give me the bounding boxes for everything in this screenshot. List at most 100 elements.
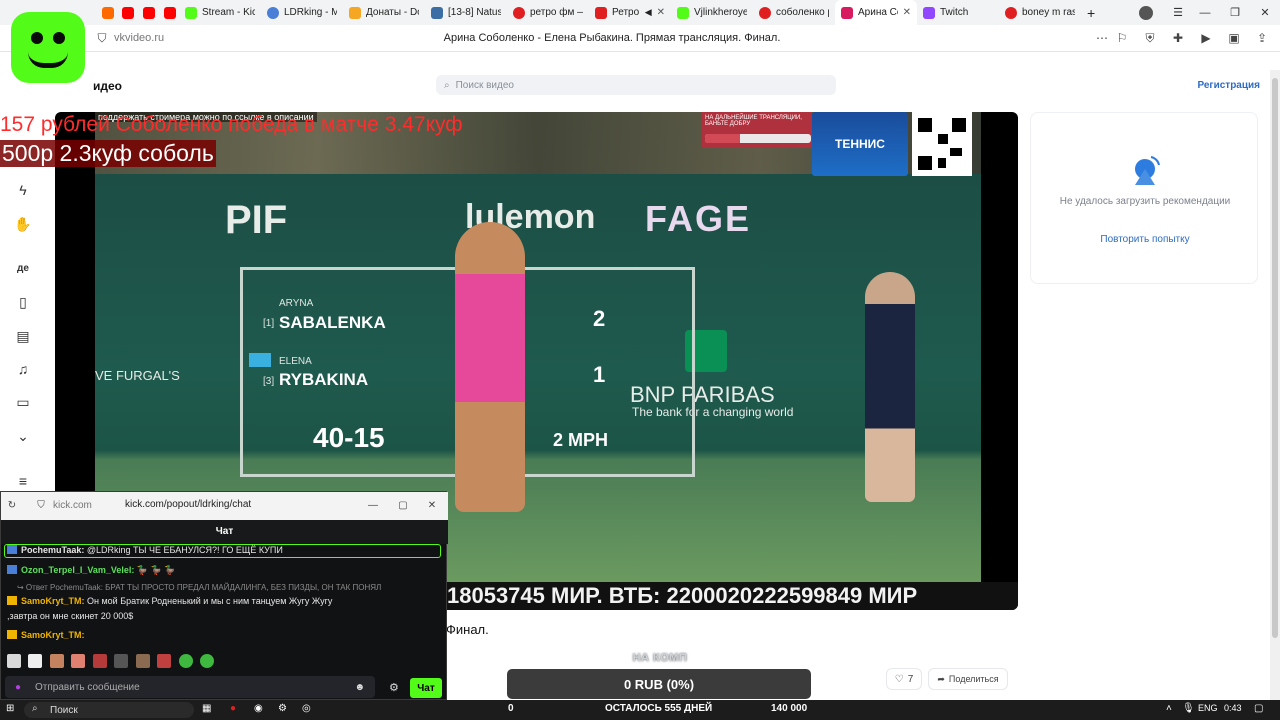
chat-send-button[interactable]: Чат: [410, 678, 442, 698]
extensions-icon[interactable]: ✚: [1170, 30, 1186, 46]
search-placeholder: Поиск видео: [455, 79, 514, 91]
chat-input-placeholder: Отправить сообщение: [35, 681, 140, 693]
minimize-button[interactable]: —: [366, 498, 380, 512]
maximize-button[interactable]: ▢: [396, 498, 410, 512]
taskbar-search[interactable]: ⌕ Поиск: [24, 702, 194, 718]
collections-icon[interactable]: ▣: [1226, 30, 1242, 46]
book-icon[interactable]: ▯: [13, 292, 33, 312]
share-button[interactable]: ➦ Поделиться: [928, 668, 1008, 690]
list-icon[interactable]: ≡: [13, 471, 33, 491]
chat-username[interactable]: SamoKryt_TM:: [21, 630, 85, 640]
emote[interactable]: [71, 654, 86, 668]
emote[interactable]: [157, 654, 172, 668]
keyboard-language[interactable]: ENG: [1198, 703, 1218, 713]
close-window-button[interactable]: ✕: [1250, 0, 1280, 25]
tab-label: Донаты - Do: [366, 7, 419, 18]
menu-icon[interactable]: ☰: [1163, 0, 1193, 25]
steam-taskbar-icon[interactable]: ⚙: [278, 703, 287, 714]
chat-username[interactable]: SamoKryt_TM:: [21, 596, 85, 606]
tab-active[interactable]: Арина Со ✕: [835, 0, 917, 25]
tray-chevron-icon[interactable]: ˄: [1166, 703, 1172, 714]
retry-button[interactable]: Повторить попытку: [1051, 234, 1239, 245]
chat-window-host[interactable]: kick.com: [53, 500, 92, 511]
windows-start-icon[interactable]: ⊞: [6, 703, 14, 714]
line-judge: [865, 272, 915, 502]
share-page-icon[interactable]: ⇪: [1254, 30, 1270, 46]
scrollbar-thumb[interactable]: [1272, 78, 1278, 638]
new-tab-button[interactable]: +: [1081, 0, 1103, 25]
emote[interactable]: [49, 654, 64, 668]
clips-icon[interactable]: ▤: [13, 326, 33, 346]
reload-icon[interactable]: ↻: [5, 498, 19, 512]
site-brand[interactable]: идео: [93, 79, 122, 93]
tab-15[interactable]: boney m rasp: [999, 0, 1081, 25]
tab-12[interactable]: соболенко р: [753, 0, 835, 25]
tab-11[interactable]: Vjlinkheroye: [671, 0, 753, 25]
player1-sets: 2: [593, 306, 606, 331]
crown-icon: [7, 630, 17, 639]
tab-1[interactable]: [96, 0, 116, 25]
settings-gear-icon[interactable]: ⚙: [389, 681, 399, 694]
mic-icon[interactable]: 🎙: [1182, 703, 1195, 714]
more-icon[interactable]: ⋯: [1094, 30, 1110, 46]
chat-username[interactable]: PochemuTaak:: [21, 545, 84, 555]
sponsor-pif: PIF: [225, 198, 288, 242]
tab-5[interactable]: Stream - Kick: [179, 0, 261, 25]
chat-input[interactable]: ● Отправить сообщение ☻: [5, 676, 375, 698]
browser-taskbar-icon[interactable]: ◉: [254, 703, 263, 714]
chat-window-url[interactable]: kick.com/popout/ldrking/chat: [125, 499, 251, 510]
close-icon[interactable]: ✕: [903, 7, 911, 18]
tab-3[interactable]: [137, 0, 158, 25]
like-button[interactable]: ♡ 7: [886, 668, 922, 690]
tab-favicon: [102, 6, 114, 19]
tab-2[interactable]: [116, 0, 137, 25]
page-scrollbar[interactable]: [1270, 70, 1280, 700]
tab-favicon: [431, 6, 443, 19]
screen: Stream - Kick LDRking - Me Донаты - Do […: [0, 0, 1280, 720]
chevron-down-icon[interactable]: ⌄: [13, 426, 33, 446]
shield-icon[interactable]: ⛉: [34, 498, 48, 512]
youtube-icon: [164, 6, 176, 19]
bookmark-icon[interactable]: ⚐: [1114, 30, 1130, 46]
emote[interactable]: [114, 654, 129, 668]
heart-icon: ♡: [894, 673, 904, 685]
close-icon[interactable]: ✕: [657, 7, 665, 18]
music-icon[interactable]: ♫: [13, 359, 33, 379]
hand-icon[interactable]: ✋: [13, 214, 33, 234]
tab-8[interactable]: [13-8] Natus: [425, 0, 507, 25]
emote[interactable]: [135, 654, 150, 668]
lightning-icon[interactable]: ϟ: [13, 180, 33, 200]
emote[interactable]: [200, 654, 215, 668]
tab-10[interactable]: Ретро F◀ ✕: [589, 0, 671, 25]
register-link[interactable]: Регистрация: [1197, 80, 1260, 91]
tab-7[interactable]: Донаты - Do: [343, 0, 425, 25]
close-window-button[interactable]: ✕: [425, 498, 439, 512]
emote[interactable]: [92, 654, 107, 668]
tab-6[interactable]: LDRking - Me: [261, 0, 343, 25]
search-input[interactable]: ⌕ Поиск видео: [436, 75, 836, 95]
kids-icon[interactable]: де: [13, 258, 33, 278]
maximize-button[interactable]: ❐: [1220, 0, 1250, 25]
notifications-icon[interactable]: ▢: [1254, 703, 1263, 714]
profile-avatar[interactable]: [1131, 0, 1161, 25]
tab-4[interactable]: [158, 0, 179, 25]
mic-icon[interactable]: ●: [15, 682, 21, 693]
emoji-icon[interactable]: ☻: [354, 682, 365, 693]
minimize-button[interactable]: —: [1190, 0, 1220, 25]
serve-speed: 2 MPH: [553, 430, 609, 450]
play-icon[interactable]: ▶: [1198, 30, 1214, 46]
chat-username[interactable]: Ozon_Terpel_I_Vam_Velel:: [21, 565, 134, 575]
task-view-icon[interactable]: ▦: [202, 703, 211, 714]
protect-icon[interactable]: ⛨: [1142, 30, 1158, 46]
player1-last-name: SABALENKA: [279, 313, 386, 332]
tab-14[interactable]: Twitch: [917, 0, 999, 25]
yandex-taskbar-icon[interactable]: ●: [230, 703, 236, 714]
emote[interactable]: [28, 654, 43, 668]
tab-9[interactable]: ретро фм —: [507, 0, 589, 25]
donation-goal-amount: 0 RUB (0%): [623, 676, 695, 692]
tv-icon[interactable]: ▭: [13, 392, 33, 412]
emote[interactable]: [178, 654, 193, 668]
chat-window-titlebar: ↻ ⛉ kick.com kick.com/popout/ldrking/cha…: [1, 492, 448, 520]
emote[interactable]: [7, 654, 21, 668]
obs-taskbar-icon[interactable]: ◎: [302, 703, 311, 714]
